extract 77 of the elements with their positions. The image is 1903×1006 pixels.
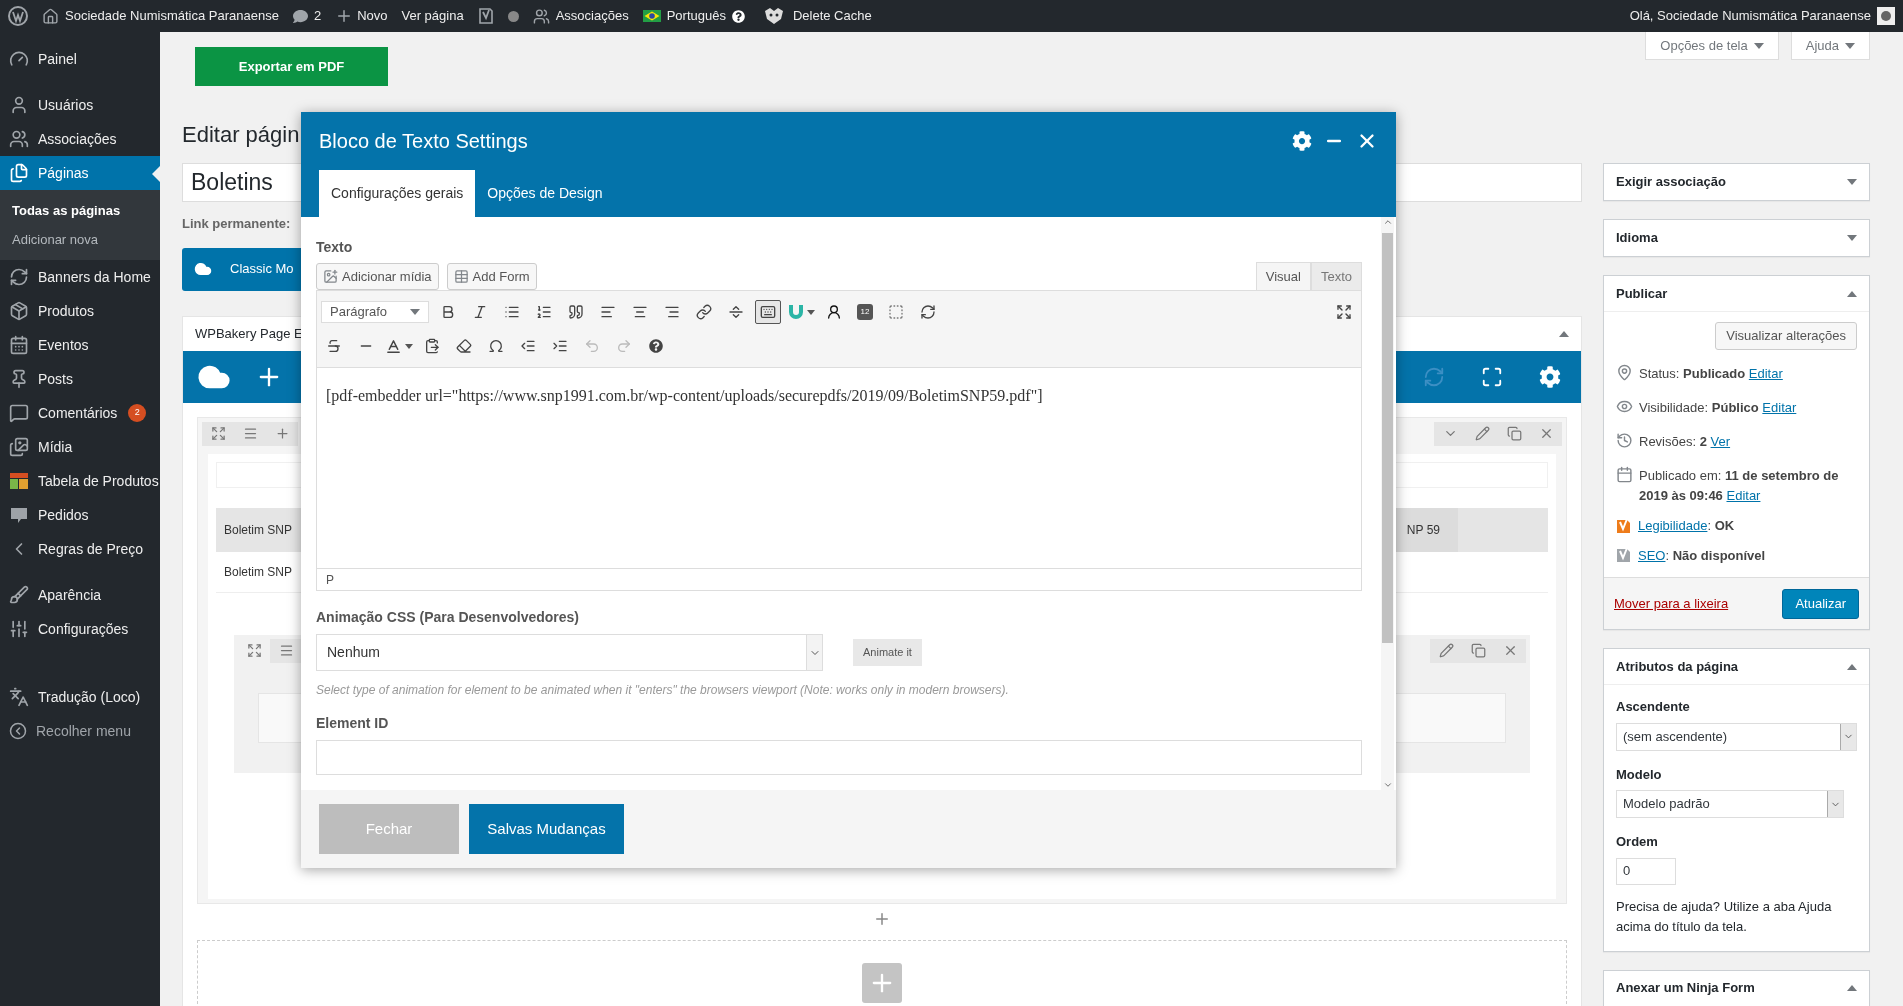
publish-info-text: Revisões: 2 Ver [1639,433,1731,451]
animate-button[interactable]: Animate it [853,639,922,666]
sidebar-item[interactable]: Eventos [0,328,160,362]
delete-cache-link[interactable]: Delete Cache [792,6,872,26]
sidebar-item[interactable]: Regras de Preço [0,532,160,566]
editor-tab[interactable]: Visual [1255,262,1311,290]
field-label: Element ID [316,714,390,733]
sidebar-item[interactable]: Aparência [0,578,160,612]
add-media-button[interactable]: Adicionar mídia [316,263,439,290]
sidebar-item[interactable]: Painel [0,42,160,76]
publish-info-text: Status: Publicado Editar [1639,365,1783,383]
animation-select[interactable]: Nenhum [316,634,823,671]
new-link[interactable]: Novo [357,6,388,26]
editor-content[interactable]: [pdf-embedder url="https://www.snp1991.com.br/wp-content/uploads/securepdfs/2019/09/BoletimSNP59.pdf"] [326,384,1352,408]
publish-info-text: Publicado em: 11 de setembro de 2019 às 09:46 Editar [1639,467,1840,505]
sidebar-item[interactable]: Comentários 2 [0,396,160,430]
sidebar-item[interactable]: Associações [0,122,160,156]
template-select[interactable]: Modelo padrão [1616,790,1844,818]
edit-link[interactable]: Editar [1748,366,1783,381]
tab-label[interactable]: Boletim SNP [224,520,293,539]
comment-count-badge: 2 [128,404,147,422]
publish-info-text: Visibilidade: Público Editar [1639,399,1797,417]
update-button[interactable]: Atualizar [1782,588,1859,619]
associations-link[interactable]: Associações [555,6,629,26]
sidebar-item[interactable]: Tradução (Loco) [0,680,160,714]
export-pdf-button[interactable]: Exportar em PDF [195,47,388,86]
language-link[interactable]: Português [666,6,726,26]
add-form-button[interactable]: Add Form [446,263,537,290]
comment-count[interactable]: 2 [313,6,322,26]
number-badge[interactable]: 12 [857,304,873,320]
sidebar-item[interactable]: Usuários [0,88,160,122]
box-title[interactable]: Exigir associação [1616,172,1726,192]
sidebar-item[interactable]: Páginas [0,156,160,190]
collapse-menu-button[interactable]: Recolher menu [0,714,160,748]
save-button[interactable]: Salvas Mudanças [469,804,624,854]
sidebar-item[interactable]: Banners da Home [0,260,160,294]
edit-link[interactable]: Ver [1710,434,1731,449]
screen-options-button[interactable]: Opções de tela [1645,32,1779,60]
order-field[interactable]: 0 [1616,857,1676,885]
box-title[interactable]: Atributos da página [1616,656,1739,677]
parent-select[interactable]: (sem ascendente) [1616,722,1857,751]
sidebar-item[interactable]: Produtos [0,294,160,328]
editor-tab[interactable]: Texto [1310,262,1362,290]
seo-status-text: Legibilidade: OK [1638,517,1735,535]
box-title[interactable]: Publicar [1616,283,1668,304]
dialog-tab[interactable]: Opções de Design [475,170,615,217]
submenu-item[interactable]: Todas as páginas [0,196,160,225]
preview-button[interactable]: Visualizar alterações [1715,322,1857,350]
seo-status-text: SEO: Não disponível [1638,546,1766,565]
greeting-link[interactable]: Olá, Sociedade Numismática Paranaense [1629,6,1871,26]
view-page-link[interactable]: Ver página [401,6,464,26]
sidebar-item[interactable]: Posts [0,362,160,396]
element-path: P [326,571,334,589]
edit-link[interactable]: Editar [1762,400,1797,415]
site-name-link[interactable]: Sociedade Numismática Paranaense [65,6,279,26]
help-button[interactable]: Ajuda [1790,32,1870,60]
sidebar-item[interactable]: Tabela de Produtos [0,464,160,498]
field-label: Ascendente [1616,698,1691,716]
page-heading: Editar págin [182,121,300,149]
active-tab-label[interactable]: Boletim SNP [224,562,293,581]
permalink-label: Link permanente: [182,215,291,233]
dialog-title: Bloco de Texto Settings [319,129,528,154]
help-text: Select type of animation for element to be animated when it "enters" the browsers viewport (Note: works only in modern browsers). [316,682,1010,699]
submenu-item[interactable]: Adicionar nova [0,225,160,254]
sidebar-item[interactable]: Pedidos [0,498,160,532]
box-title[interactable]: Anexar um Ninja Form [1616,978,1755,998]
sidebar-item[interactable]: Configurações [0,612,160,646]
field-label: Ordem [1616,833,1659,851]
field-label: Animação CSS (Para Desenvolvedores) [316,608,580,627]
edit-link[interactable]: Editar [1726,488,1761,503]
dialog-tab[interactable]: Configurações gerais [319,170,476,217]
sidebar-item[interactable]: Mídia [0,430,160,464]
field-label: Modelo [1616,765,1663,784]
box-title[interactable]: Idioma [1616,228,1658,248]
format-select[interactable]: Parágrafo [321,301,429,323]
trash-link[interactable]: Mover para a lixeira [1614,593,1729,614]
help-text: Precisa de ajuda? Utilize a aba Ajuda acima do título da tela. [1616,897,1833,936]
